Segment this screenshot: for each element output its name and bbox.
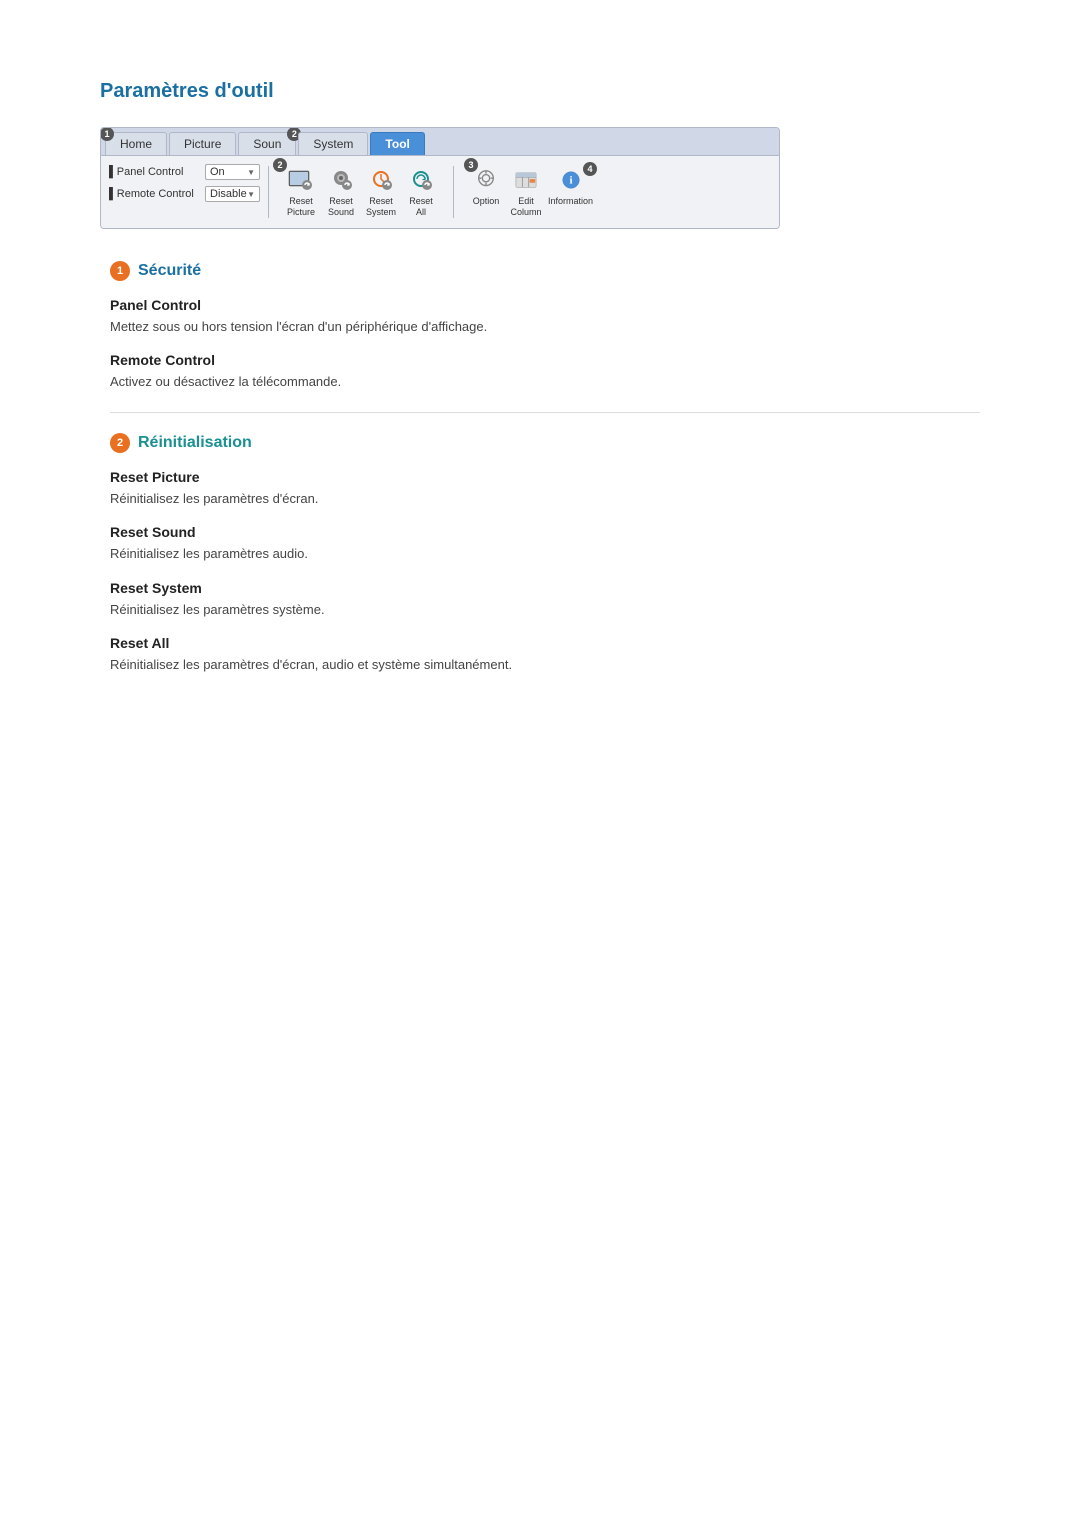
- tab-picture[interactable]: Picture: [169, 132, 236, 155]
- badge-section-3: 3: [464, 158, 478, 172]
- tab-tool[interactable]: Tool: [370, 132, 424, 155]
- reset-all-label: ResetAll: [409, 196, 433, 218]
- reset-system-svg: [368, 169, 394, 191]
- panel-control-row: ▌Panel Control On ▼: [109, 162, 260, 182]
- reinit-section-heading: 2 Réinitialisation: [110, 433, 980, 453]
- reset-sound-btn[interactable]: ResetSound: [323, 166, 359, 218]
- reinit-badge: 2: [110, 433, 130, 453]
- reset-picture-desc: Réinitialisez les paramètres d'écran.: [110, 489, 980, 509]
- reset-all-title: Reset All: [110, 635, 980, 651]
- reset-picture-icon: [285, 166, 317, 194]
- remote-control-arrow: ▼: [247, 190, 255, 199]
- remote-control-value[interactable]: Disable ▼: [205, 186, 260, 202]
- panel-control-title: Panel Control: [110, 297, 980, 313]
- security-title: Sécurité: [138, 262, 201, 280]
- option-btn[interactable]: Option: [468, 166, 504, 207]
- reset-picture-btn[interactable]: ResetPicture: [283, 166, 319, 218]
- edit-column-label: EditColumn: [510, 196, 541, 218]
- reset-sound-title: Reset Sound: [110, 524, 980, 540]
- reset-all-desc: Réinitialisez les paramètres d'écran, au…: [110, 655, 980, 675]
- panel-control-desc: Mettez sous ou hors tension l'écran d'un…: [110, 317, 980, 337]
- remote-control-label: ▌Remote Control: [109, 188, 199, 200]
- toolbar-tabs: 1 Home Picture Soun2 System Tool: [101, 128, 779, 156]
- information-icon: i: [555, 166, 587, 194]
- reinit-content: Reset Picture Réinitialisez les paramètr…: [110, 469, 980, 675]
- reset-picture-svg: [288, 169, 314, 191]
- content-area: 1 Sécurité Panel Control Mettez sous ou …: [100, 261, 980, 675]
- information-btn[interactable]: 4 i Information: [548, 166, 593, 207]
- reset-system-desc: Réinitialisez les paramètres système.: [110, 600, 980, 620]
- edit-column-icon: [510, 166, 542, 194]
- section-divider: [110, 412, 980, 413]
- reset-system-btn[interactable]: ResetSystem: [363, 166, 399, 218]
- badge-section-2: 2: [273, 158, 287, 172]
- remote-control-desc: Activez ou désactivez la télécommande.: [110, 372, 980, 392]
- remote-control-title: Remote Control: [110, 352, 980, 368]
- reset-sound-label: ResetSound: [328, 196, 354, 218]
- panel-control-value[interactable]: On ▼: [205, 164, 260, 180]
- edit-column-svg: [513, 169, 539, 191]
- panel-control-label: ▌Panel Control: [109, 166, 199, 178]
- reset-sound-svg: [328, 169, 354, 191]
- badge-section-4: 4: [583, 162, 597, 176]
- reset-picture-label: ResetPicture: [287, 196, 315, 218]
- tab-system[interactable]: System: [298, 132, 368, 155]
- security-content: Panel Control Mettez sous ou hors tensio…: [110, 297, 980, 392]
- toolbar-controls-section: ▌Panel Control On ▼ ▌Remote Control Disa…: [109, 162, 260, 222]
- security-badge: 1: [110, 261, 130, 281]
- page-title: Paramètres d'outil: [100, 80, 980, 103]
- remote-control-text: Disable: [210, 188, 247, 200]
- tab-sound[interactable]: Soun2: [238, 132, 296, 155]
- reset-system-icon: [365, 166, 397, 194]
- reset-system-title: Reset System: [110, 580, 980, 596]
- reset-all-btn[interactable]: ResetAll: [403, 166, 439, 218]
- information-svg: i: [558, 169, 584, 191]
- right-buttons-section: 3 Option: [462, 162, 599, 222]
- panel-control-arrow: ▼: [247, 168, 255, 177]
- security-section-heading: 1 Sécurité: [110, 261, 980, 281]
- tab-home[interactable]: 1 Home: [105, 132, 167, 155]
- information-label: Information: [548, 196, 593, 207]
- reset-all-icon: [405, 166, 437, 194]
- badge-1: 1: [100, 127, 114, 141]
- reset-sound-icon: [325, 166, 357, 194]
- panel-control-text: On: [210, 166, 225, 178]
- toolbar: 1 Home Picture Soun2 System Tool ▌Panel …: [100, 127, 780, 229]
- edit-column-btn[interactable]: EditColumn: [508, 166, 544, 218]
- svg-text:i: i: [569, 175, 572, 187]
- option-label: Option: [473, 196, 500, 207]
- reset-buttons-section: 2 ResetPicture: [277, 162, 445, 222]
- divider-1: [268, 166, 269, 218]
- reinit-title: Réinitialisation: [138, 434, 252, 452]
- reset-picture-title: Reset Picture: [110, 469, 980, 485]
- remote-control-row: ▌Remote Control Disable ▼: [109, 184, 260, 204]
- reset-sound-desc: Réinitialisez les paramètres audio.: [110, 544, 980, 564]
- reset-all-svg: [408, 169, 434, 191]
- divider-2: [453, 166, 454, 218]
- reset-system-label: ResetSystem: [366, 196, 396, 218]
- toolbar-body: ▌Panel Control On ▼ ▌Remote Control Disa…: [101, 156, 779, 228]
- option-svg: [473, 169, 499, 191]
